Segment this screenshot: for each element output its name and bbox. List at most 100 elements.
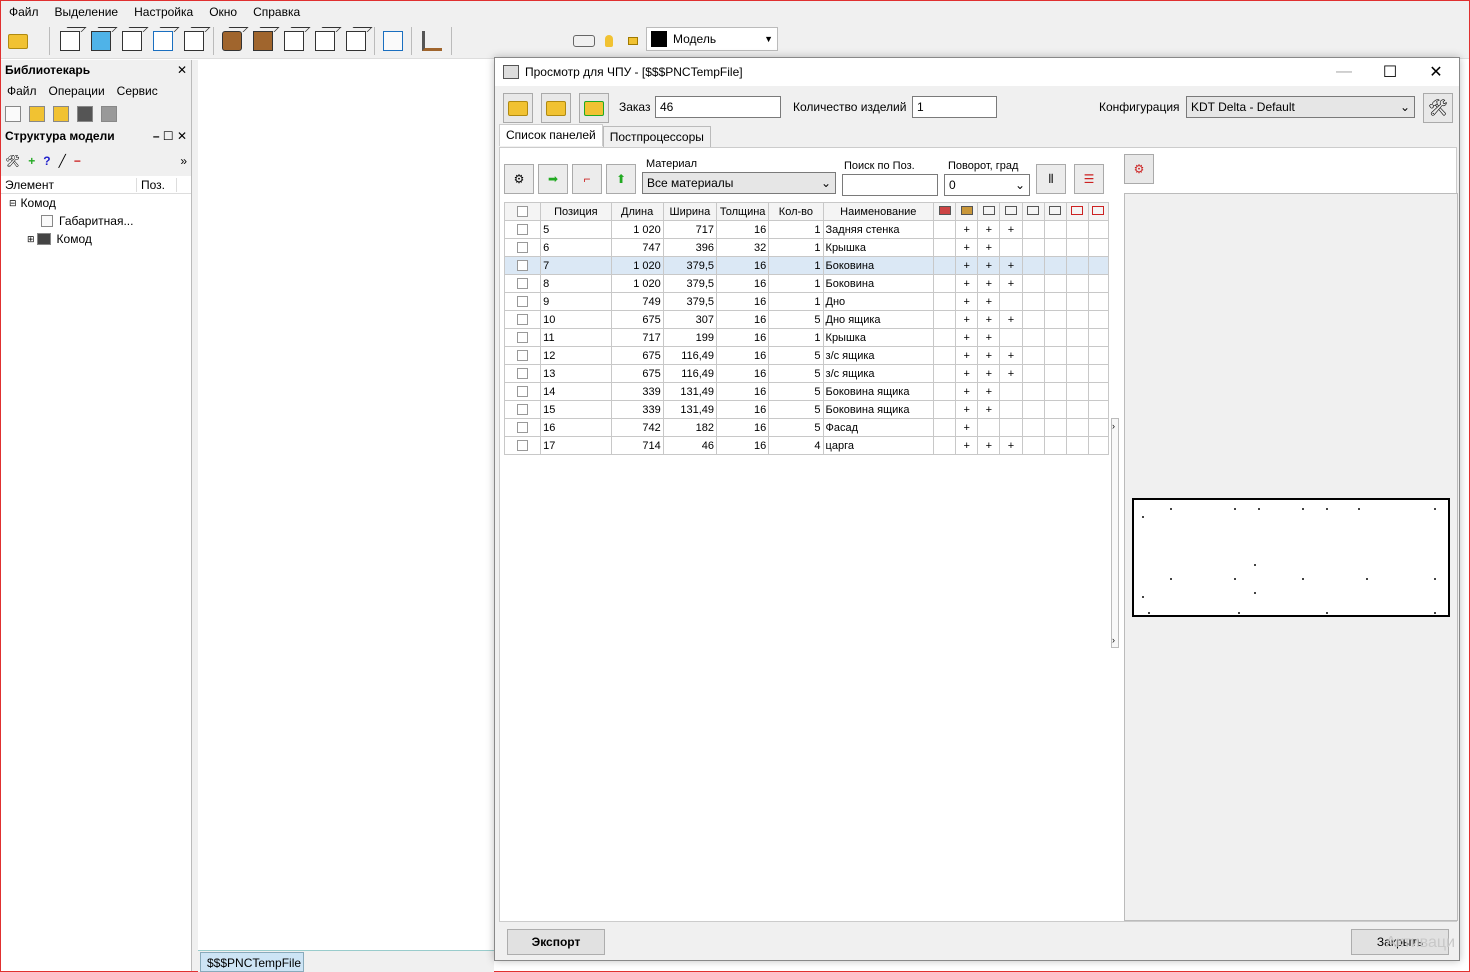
menu-window[interactable]: Окно xyxy=(201,5,245,19)
close-icon[interactable]: ✕ xyxy=(1413,58,1459,86)
menu-help[interactable]: Справка xyxy=(245,5,308,19)
checkbox-icon[interactable] xyxy=(517,386,529,398)
col-mail-icon[interactable] xyxy=(1043,202,1067,221)
table-row[interactable]: 51 020 717 16 1 Задняя стенка + + + xyxy=(503,220,1110,239)
edge-button[interactable]: ☰ xyxy=(1074,164,1104,194)
remove-icon[interactable]: − xyxy=(74,154,81,168)
row-checkbox[interactable] xyxy=(503,310,542,329)
panel-preview[interactable] xyxy=(1124,193,1458,921)
open-button[interactable] xyxy=(503,93,533,123)
col-width[interactable]: Ширина xyxy=(662,202,718,221)
row-checkbox[interactable] xyxy=(503,346,542,365)
col-mirror-icon[interactable] xyxy=(1065,202,1089,221)
more-icon[interactable]: » xyxy=(180,154,187,168)
table-row[interactable]: 81 020 379,5 16 1 Боковина + + + xyxy=(503,274,1110,293)
expand-icon[interactable]: ⊞ xyxy=(27,234,35,245)
tree-item[interactable]: Габаритная... xyxy=(1,212,191,230)
row-checkbox[interactable] xyxy=(503,256,542,275)
view-wire-button[interactable] xyxy=(119,28,145,54)
texture-button[interactable] xyxy=(219,28,245,54)
tree-item[interactable]: ⊞ Комод xyxy=(1,230,191,248)
bulb-icon[interactable] xyxy=(601,28,617,54)
table-row[interactable]: 14 339 131,49 16 5 Боковина ящика + + xyxy=(503,382,1110,401)
menu-settings[interactable]: Настройка xyxy=(126,5,201,19)
library-menu-operations[interactable]: Операции xyxy=(43,84,111,98)
menu-selection[interactable]: Выделение xyxy=(47,5,127,19)
hidden-lines-button[interactable] xyxy=(312,28,338,54)
collapse-icon[interactable]: ⊟ xyxy=(9,198,17,209)
checkbox-icon[interactable] xyxy=(517,422,529,434)
row-checkbox[interactable] xyxy=(503,436,542,455)
row-checkbox[interactable] xyxy=(503,292,542,311)
row-checkbox[interactable] xyxy=(503,400,542,419)
import-button[interactable] xyxy=(579,93,609,123)
preview-settings-button[interactable]: ⚙ xyxy=(1124,154,1154,184)
checkbox-icon[interactable] xyxy=(517,332,529,344)
line-icon[interactable]: ╱ xyxy=(59,154,66,168)
chevron-right-icon[interactable]: › xyxy=(1112,635,1115,645)
row-checkbox[interactable] xyxy=(503,238,542,257)
add-icon[interactable]: + xyxy=(28,154,35,168)
config-select[interactable]: KDT Delta - Default ⌄ xyxy=(1186,96,1415,118)
table-row[interactable]: 16 742 182 16 5 Фасад + xyxy=(503,418,1110,437)
export-panel-button[interactable]: ➡ xyxy=(538,164,568,194)
table-row[interactable]: 12 675 116,49 16 5 з/с ящика + + + xyxy=(503,346,1110,365)
row-checkbox[interactable] xyxy=(503,364,542,383)
contour-button[interactable]: ⌐ xyxy=(572,164,602,194)
close-icon[interactable]: – ☐ ✕ xyxy=(153,129,187,143)
view-front-button[interactable] xyxy=(57,28,83,54)
tab-postprocessors[interactable]: Постпроцессоры xyxy=(602,126,711,148)
checkbox-icon[interactable] xyxy=(517,314,529,326)
row-checkbox[interactable] xyxy=(503,328,542,347)
library-menu-file[interactable]: Файл xyxy=(1,84,43,98)
table-row[interactable]: 71 020 379,5 16 1 Боковина + + + xyxy=(503,256,1110,275)
row-checkbox[interactable] xyxy=(503,274,542,293)
checkbox-icon[interactable] xyxy=(517,206,529,218)
col-material-icon[interactable] xyxy=(933,202,957,221)
select-all[interactable] xyxy=(503,202,542,221)
view-shaded-button[interactable] xyxy=(88,28,114,54)
col-name[interactable]: Наименование xyxy=(822,202,935,221)
col-length[interactable]: Длина xyxy=(610,202,664,221)
table-row[interactable]: 9 749 379,5 16 1 Дно + + xyxy=(503,292,1110,311)
new-file-icon[interactable] xyxy=(5,106,21,122)
print-icon[interactable] xyxy=(101,106,117,122)
layers-button[interactable] xyxy=(571,28,597,54)
checkbox-icon[interactable] xyxy=(517,260,529,272)
document-tab[interactable]: $$$PNCTempFile xyxy=(200,952,304,972)
row-checkbox[interactable] xyxy=(503,220,542,239)
edges-button[interactable] xyxy=(281,28,307,54)
settings-button[interactable]: 🛠 xyxy=(1423,93,1453,123)
checkbox-icon[interactable] xyxy=(517,404,529,416)
checkbox-icon[interactable] xyxy=(517,224,529,236)
save-icon[interactable] xyxy=(77,106,93,122)
measure-button[interactable] xyxy=(419,28,445,54)
solid-button[interactable] xyxy=(250,28,276,54)
col-drill-icon[interactable] xyxy=(977,202,1001,221)
open-folder-button[interactable] xyxy=(5,28,31,54)
col-contour-icon[interactable] xyxy=(1087,202,1110,221)
close-icon[interactable]: ✕ xyxy=(177,63,187,77)
table-row[interactable]: 10 675 307 16 5 Дно ящика + + + xyxy=(503,310,1110,329)
view-active-button[interactable] xyxy=(150,28,176,54)
table-row[interactable]: 13 675 116,49 16 5 з/с ящика + + + xyxy=(503,364,1110,383)
checkbox-icon[interactable] xyxy=(517,296,529,308)
export-button[interactable]: Экспорт xyxy=(507,929,605,955)
model-canvas[interactable] xyxy=(198,60,494,950)
menu-file[interactable]: Файл xyxy=(1,5,47,19)
col-pos[interactable]: Поз. xyxy=(137,177,177,192)
row-checkbox[interactable] xyxy=(503,382,542,401)
library-menu-service[interactable]: Сервис xyxy=(111,84,164,98)
checkbox-icon[interactable] xyxy=(517,242,529,254)
checkbox-icon[interactable] xyxy=(517,440,529,452)
folder-icon[interactable] xyxy=(29,106,45,122)
folder-star-icon[interactable] xyxy=(53,106,69,122)
table-row[interactable]: 15 339 131,49 16 5 Боковина ящика + + xyxy=(503,400,1110,419)
col-position[interactable]: Позиция xyxy=(540,202,612,221)
preview-splitter[interactable]: › › xyxy=(1111,418,1119,648)
panel-settings-button[interactable]: ⚙ xyxy=(504,164,534,194)
checkbox-icon[interactable] xyxy=(517,368,529,380)
qty-input[interactable]: 1 xyxy=(912,96,997,118)
col-qty[interactable]: Кол-во xyxy=(768,202,824,221)
material-select[interactable]: Все материалы ⌄ xyxy=(642,172,836,194)
